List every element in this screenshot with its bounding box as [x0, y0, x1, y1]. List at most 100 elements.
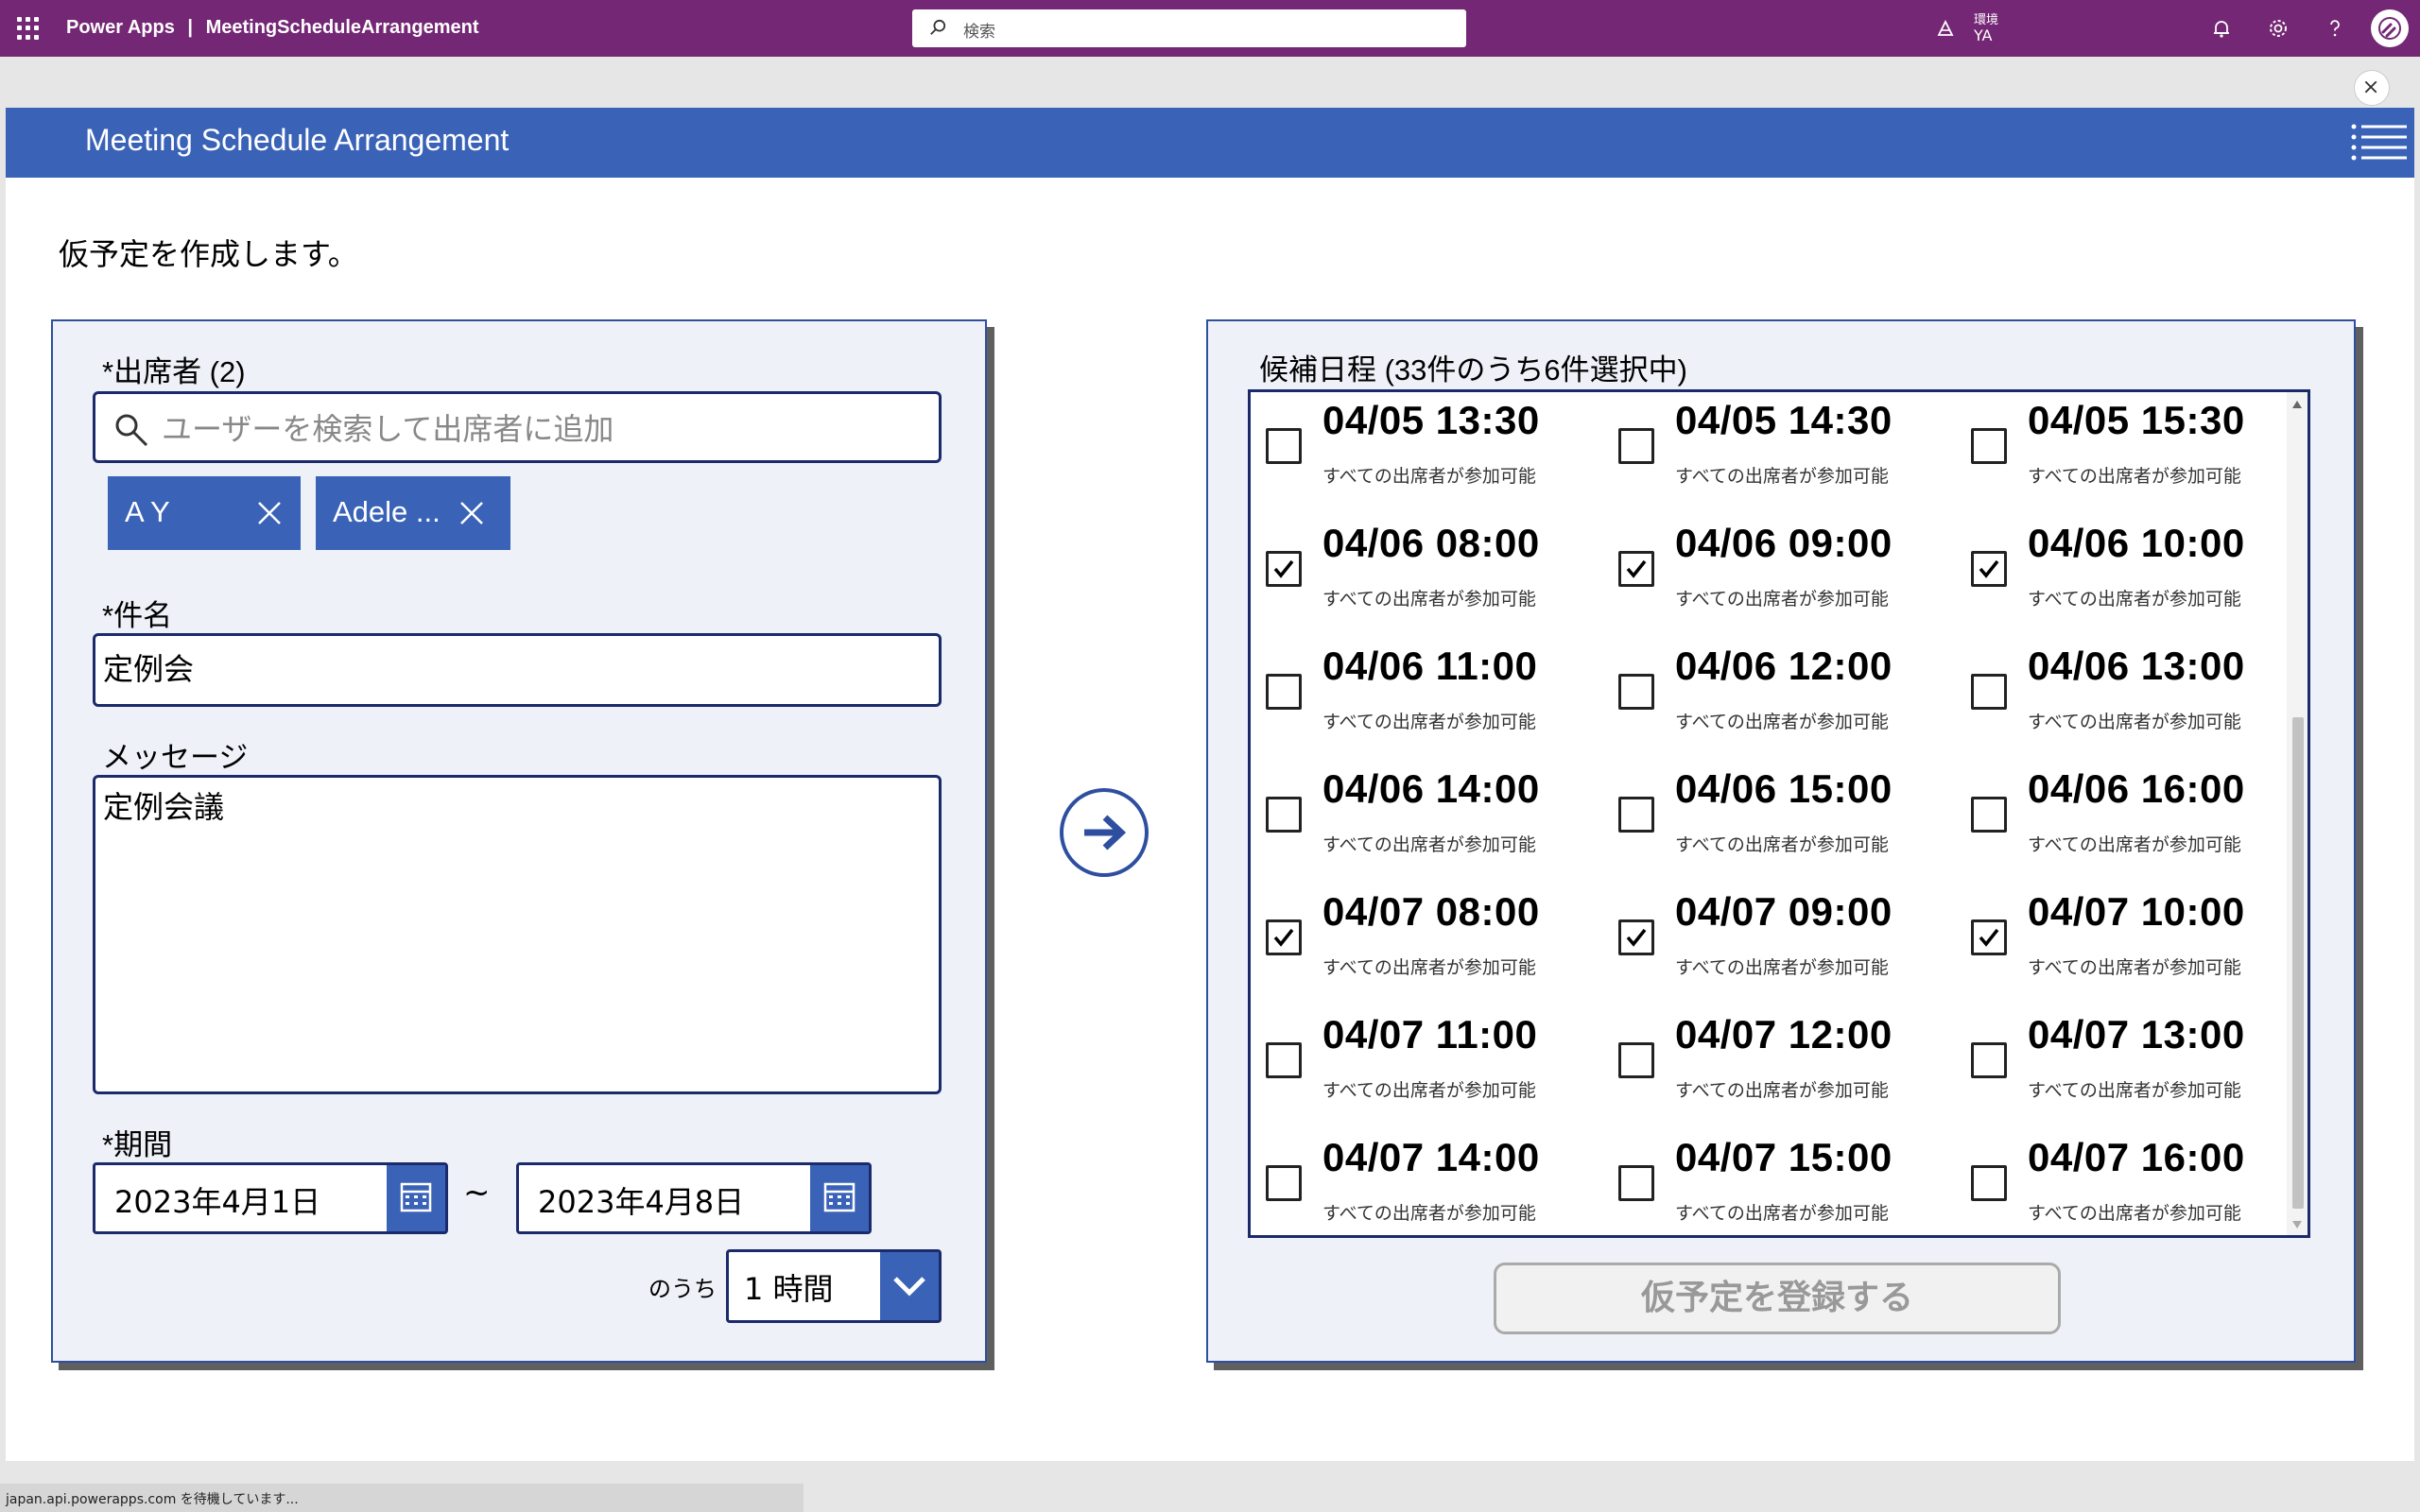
candidate-list[interactable]: 04/07 16:00 すべての出席者が参加可能 04/07 15:00 すべての出席… — [1248, 389, 2310, 1238]
attendees-label: *出席者 (2) — [102, 355, 246, 388]
availability-text: すべての出席者が参加可能 — [1675, 834, 1889, 855]
start-date-value: 2023年4月1日 — [114, 1184, 321, 1220]
checkbox-checked[interactable] — [1971, 551, 2007, 587]
checkbox-unchecked[interactable] — [1266, 1165, 1302, 1201]
product-name[interactable]: Power Apps — [66, 17, 175, 38]
checkbox-checked[interactable] — [1266, 551, 1302, 587]
candidate-time: 04/07 15:00 — [1675, 1135, 1893, 1179]
checkbox-unchecked[interactable] — [1618, 797, 1654, 833]
availability-text: すべての出席者が参加可能 — [2028, 712, 2241, 732]
scroll-down-icon[interactable] — [2291, 1220, 2303, 1229]
attendee-search-placeholder: ユーザーを検索して出席者に追加 — [162, 411, 614, 447]
search-placeholder: 検索 — [963, 23, 995, 42]
calendar-icon — [400, 1182, 432, 1212]
end-calendar-button[interactable] — [810, 1165, 869, 1231]
candidate-slot: 04/07 09:00 すべての出席者が参加可能 — [1603, 889, 1944, 1014]
help-icon[interactable] — [2324, 17, 2346, 40]
end-date-picker[interactable]: 2023年4月8日 — [516, 1162, 872, 1234]
checkbox-checked-icon — [1979, 928, 1999, 947]
start-calendar-button[interactable] — [387, 1165, 445, 1231]
candidate-time: 04/07 12:00 — [1675, 1012, 1893, 1057]
attendee-search-input[interactable]: ユーザーを検索して出席者に追加 — [93, 391, 942, 463]
waffle-icon[interactable] — [17, 17, 40, 40]
scroll-up-icon[interactable] — [2291, 400, 2303, 409]
checkbox-unchecked[interactable] — [1971, 797, 2007, 833]
candidate-slot: 04/06 09:00 すべての出席者が参加可能 — [1603, 521, 1944, 645]
global-search-input[interactable]: 検索 — [912, 9, 1466, 47]
checkbox-unchecked[interactable] — [1266, 428, 1302, 464]
checkbox-unchecked[interactable] — [1971, 1165, 2007, 1201]
duration-value: 1 時間 — [744, 1271, 834, 1307]
subject-value: 定例会 — [103, 651, 195, 687]
close-button[interactable] — [2354, 70, 2390, 106]
checkbox-checked[interactable] — [1618, 919, 1654, 955]
candidate-slot: 04/07 10:00 すべての出席者が参加可能 — [1956, 889, 2296, 1014]
end-date-value: 2023年4月8日 — [538, 1184, 745, 1220]
duration-dropdown-button[interactable] — [880, 1252, 939, 1320]
availability-text: すべての出席者が参加可能 — [1322, 834, 1536, 855]
start-date-picker[interactable]: 2023年4月1日 — [93, 1162, 448, 1234]
header-title: Meeting Schedule Arrangement — [85, 123, 510, 157]
register-tentative-button[interactable]: 仮予定を登録する — [1494, 1263, 2061, 1334]
power-apps-topbar: Power Apps | MeetingScheduleArrangement … — [0, 0, 2420, 57]
availability-text: すべての出席者が参加可能 — [1675, 466, 1889, 487]
candidate-slot: 04/07 15:00 すべての出席者が参加可能 — [1603, 1135, 1944, 1235]
checkbox-unchecked[interactable] — [1618, 1165, 1654, 1201]
scrollbar-thumb[interactable] — [2292, 717, 2304, 1209]
subject-label: *件名 — [102, 599, 173, 632]
hamburger-menu-icon[interactable] — [2350, 123, 2409, 161]
availability-text: すべての出席者が参加可能 — [1322, 1203, 1536, 1224]
app-name: MeetingScheduleArrangement — [205, 17, 479, 38]
command-strip — [0, 57, 2420, 120]
checkbox-unchecked[interactable] — [1971, 674, 2007, 710]
checkbox-unchecked[interactable] — [1618, 1042, 1654, 1078]
subject-input[interactable]: 定例会 — [93, 633, 942, 707]
availability-text: すべての出席者が参加可能 — [1675, 712, 1889, 732]
avatar[interactable] — [2371, 9, 2409, 47]
checkbox-unchecked[interactable] — [1266, 797, 1302, 833]
checkbox-checked-icon — [1979, 559, 1999, 578]
candidate-slot: 04/07 08:00 すべての出席者が参加可能 — [1251, 889, 1591, 1014]
candidate-slot: 04/07 14:00 すべての出席者が参加可能 — [1251, 1135, 1591, 1235]
search-icon — [115, 414, 148, 447]
candidates-label: 候補日程 (33件のうち6件選択中) — [1259, 353, 1687, 387]
environment-icon — [1937, 19, 1954, 36]
candidate-slot: 04/05 15:30 すべての出席者が参加可能 — [1956, 398, 2296, 523]
checkbox-unchecked[interactable] — [1618, 674, 1654, 710]
candidate-time: 04/07 10:00 — [2028, 889, 2245, 934]
message-textarea[interactable]: 定例会議 — [93, 775, 942, 1094]
copilot-icon — [2378, 17, 2401, 40]
close-icon — [2364, 80, 2377, 94]
candidate-slot: 04/06 16:00 すべての出席者が参加可能 — [1956, 766, 2296, 891]
checkbox-unchecked[interactable] — [1266, 674, 1302, 710]
checkbox-unchecked[interactable] — [1971, 1042, 2007, 1078]
period-label: *期間 — [102, 1128, 173, 1161]
title-separator: | — [187, 17, 194, 38]
checkbox-unchecked[interactable] — [1971, 428, 2007, 464]
attendee-chip-name: Adele ... — [333, 495, 441, 528]
remove-attendee-icon[interactable] — [458, 499, 486, 527]
availability-text: すべての出席者が参加可能 — [1322, 957, 1536, 978]
search-candidates-button[interactable] — [1060, 788, 1149, 877]
candidate-slot: 04/06 10:00 すべての出席者が参加可能 — [1956, 521, 2296, 645]
checkbox-unchecked[interactable] — [1618, 428, 1654, 464]
availability-text: すべての出席者が参加可能 — [2028, 1203, 2241, 1224]
gear-icon[interactable] — [2267, 17, 2290, 40]
checkbox-checked[interactable] — [1971, 919, 2007, 955]
candidate-time: 04/07 13:00 — [2028, 1012, 2245, 1057]
checkbox-unchecked[interactable] — [1266, 1042, 1302, 1078]
remove-attendee-icon[interactable] — [255, 499, 284, 527]
checkbox-checked[interactable] — [1618, 551, 1654, 587]
bell-icon[interactable] — [2210, 17, 2233, 40]
environment-picker[interactable]: 環境 YA — [1936, 8, 2021, 49]
period-separator: ~ — [463, 1174, 491, 1211]
candidate-time: 04/06 13:00 — [2028, 644, 2245, 688]
checkbox-checked[interactable] — [1266, 919, 1302, 955]
availability-text: すべての出席者が参加可能 — [1322, 1080, 1536, 1101]
duration-dropdown[interactable]: 1 時間 — [726, 1249, 942, 1323]
candidate-slot: 04/05 14:30 すべての出席者が参加可能 — [1603, 398, 1944, 523]
search-icon — [930, 19, 946, 35]
candidate-list-scrollbar[interactable] — [2287, 392, 2308, 1235]
status-bar: japan.api.powerapps.com を待機しています... — [0, 1484, 804, 1512]
candidate-time: 04/07 14:00 — [1322, 1135, 1540, 1179]
